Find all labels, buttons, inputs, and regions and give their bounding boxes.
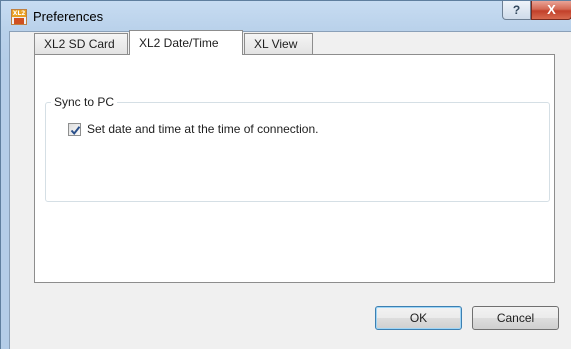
app-icon-text: XL2 <box>12 10 26 17</box>
tab-xl2-date-time[interactable]: XL2 Date/Time <box>129 30 243 55</box>
sync-date-time-label[interactable]: Set date and time at the time of connect… <box>87 122 318 137</box>
checkmark-icon <box>70 126 81 136</box>
close-button[interactable]: X <box>531 1 571 20</box>
window-title: Preferences <box>33 9 104 24</box>
xl2-app-icon: XL2 <box>11 9 27 25</box>
help-icon: ? <box>512 3 521 17</box>
title-bar[interactable]: XL2 Preferences ? X <box>1 1 571 31</box>
close-icon: X <box>547 2 556 17</box>
sync-to-pc-group <box>45 102 550 202</box>
tab-xl-view[interactable]: XL View <box>244 33 313 54</box>
sync-date-time-checkbox[interactable] <box>68 123 81 136</box>
group-title: Sync to PC <box>51 95 118 109</box>
tab-xl2-sd-card[interactable]: XL2 SD Card <box>34 33 128 54</box>
help-button[interactable]: ? <box>502 1 531 20</box>
cancel-button[interactable]: Cancel <box>472 306 559 330</box>
ok-button[interactable]: OK <box>375 306 462 330</box>
